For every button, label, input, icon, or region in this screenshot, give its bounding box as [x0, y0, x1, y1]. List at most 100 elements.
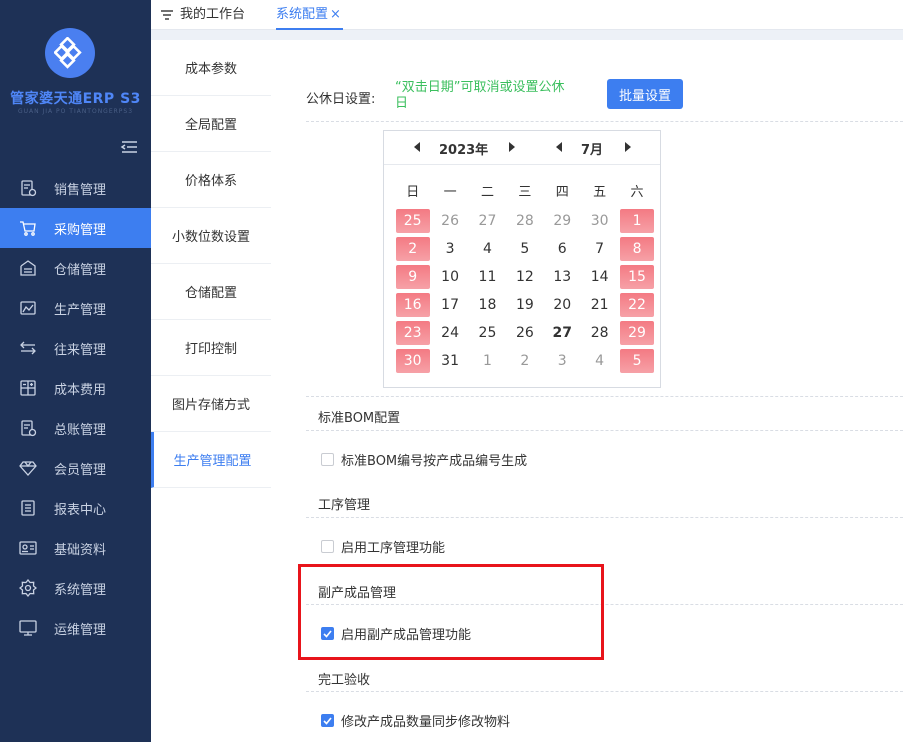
calendar-day-holiday[interactable]: 9	[394, 263, 431, 291]
calendar-day[interactable]: 14	[581, 263, 618, 291]
next-year-icon[interactable]	[509, 142, 515, 152]
day-number: 3	[557, 353, 567, 369]
submenu-item-image-storage[interactable]: 图片存储方式	[151, 376, 271, 432]
calendar-day-holiday[interactable]: 5	[618, 347, 655, 375]
sidebar-item-label: 运维管理	[54, 622, 107, 638]
calendar-day[interactable]: 30	[581, 207, 618, 235]
calendar-day[interactable]: 13	[544, 263, 581, 291]
day-number: 27	[552, 325, 572, 341]
sidebar-item-warehouse[interactable]: 仓储管理	[0, 248, 151, 288]
collapse-menu-icon[interactable]	[120, 140, 138, 154]
next-month-icon[interactable]	[625, 142, 631, 152]
divider	[306, 517, 903, 518]
day-number: 18	[478, 297, 497, 313]
sidebar-item-basic-data[interactable]: 基础资料	[0, 528, 151, 568]
calendar-day[interactable]: 21	[581, 291, 618, 319]
close-tab-icon[interactable]: ×	[330, 7, 341, 22]
sidebar-item-sales[interactable]: 销售管理	[0, 168, 151, 208]
cart-icon	[18, 218, 38, 238]
tab-system-config[interactable]: 系统配置 ×	[276, 0, 343, 30]
calendar-day[interactable]: 12	[506, 263, 543, 291]
calendar-day[interactable]: 29	[544, 207, 581, 235]
tab-workbench[interactable]: 我的工作台	[160, 0, 245, 30]
calendar-day[interactable]: 28	[506, 207, 543, 235]
calendar-day[interactable]: 18	[469, 291, 506, 319]
sidebar-item-member[interactable]: 会员管理	[0, 448, 151, 488]
prev-year-icon[interactable]	[414, 142, 420, 152]
calendar-week: 9 10 11 12 13 14 15	[394, 263, 656, 291]
calendar-day[interactable]: 31	[431, 347, 468, 375]
calendar-day-holiday[interactable]: 16	[394, 291, 431, 319]
sidebar-item-system[interactable]: 系统管理	[0, 568, 151, 608]
sidebar-item-label: 生产管理	[54, 302, 107, 318]
option-bom-numbering[interactable]: 标准BOM编号按产成品编号生成	[321, 450, 527, 469]
gear-icon	[18, 578, 38, 598]
submenu-item-cost-params[interactable]: 成本参数	[151, 40, 271, 96]
calendar-day[interactable]: 1	[469, 347, 506, 375]
calendar-day[interactable]: 6	[544, 235, 581, 263]
calendar-day[interactable]: 5	[506, 235, 543, 263]
config-submenu: 成本参数 全局配置 价格体系 小数位数设置 仓储配置 打印控制 图片存储方式 生…	[151, 40, 271, 742]
option-process-management[interactable]: 启用工序管理功能	[321, 537, 445, 556]
sidebar-item-exchange[interactable]: 往来管理	[0, 328, 151, 368]
day-number: 7	[595, 241, 605, 257]
submenu-item-warehouse-config[interactable]: 仓储配置	[151, 264, 271, 320]
prev-month-icon[interactable]	[556, 142, 562, 152]
calendar-day[interactable]: 3	[544, 347, 581, 375]
submenu-item-print-control[interactable]: 打印控制	[151, 320, 271, 376]
sidebar-item-purchase[interactable]: 采购管理	[0, 208, 151, 248]
calendar-day[interactable]: 25	[469, 319, 506, 347]
calendar-day-holiday[interactable]: 1	[618, 207, 655, 235]
day-number: 2	[395, 237, 430, 261]
calendar-day[interactable]: 11	[469, 263, 506, 291]
calendar-day[interactable]: 28	[581, 319, 618, 347]
main-menu: 销售管理 采购管理 仓储管理 生产管理 往来管理 成本费用 总账管理 会员管理	[0, 168, 151, 648]
calendar-day[interactable]: 3	[431, 235, 468, 263]
checkbox[interactable]	[321, 453, 334, 466]
weekday-label: 日	[406, 185, 420, 200]
submenu-item-price-system[interactable]: 价格体系	[151, 152, 271, 208]
sidebar-item-cost[interactable]: 成本费用	[0, 368, 151, 408]
calendar-grid: 25 26 27 28 29 30 1 2 3 4 5 6 7 8 9 10 11 12 13 14 15 16 17 18 1…	[394, 207, 656, 375]
sidebar-item-report[interactable]: 报表中心	[0, 488, 151, 528]
sidebar-item-ops[interactable]: 运维管理	[0, 608, 151, 648]
calendar-day-holiday[interactable]: 25	[394, 207, 431, 235]
calendar-day[interactable]: 4	[581, 347, 618, 375]
calendar-day[interactable]: 26	[431, 207, 468, 235]
calendar-day[interactable]: 10	[431, 263, 468, 291]
calendar-day-holiday[interactable]: 29	[618, 319, 655, 347]
day-number: 24	[441, 325, 459, 341]
section-title-completion: 完工验收	[318, 673, 371, 688]
checkbox[interactable]	[321, 540, 334, 553]
option-label: 启用工序管理功能	[341, 541, 446, 556]
calendar-day-today[interactable]: 27	[544, 319, 581, 347]
batch-set-button[interactable]: 批量设置	[607, 79, 683, 109]
calendar-day-holiday[interactable]: 30	[394, 347, 431, 375]
submenu-item-decimal-places[interactable]: 小数位数设置	[151, 208, 271, 264]
submenu-item-production-config[interactable]: 生产管理配置	[151, 432, 271, 488]
calendar-day-holiday[interactable]: 22	[618, 291, 655, 319]
calendar-day-holiday[interactable]: 15	[618, 263, 655, 291]
checkbox-checked[interactable]	[321, 714, 334, 727]
calendar-day[interactable]: 17	[431, 291, 468, 319]
section-title-process: 工序管理	[318, 498, 371, 513]
calendar-day[interactable]: 20	[544, 291, 581, 319]
calendar-day[interactable]: 24	[431, 319, 468, 347]
calendar-day[interactable]: 27	[469, 207, 506, 235]
calendar-day[interactable]: 2	[506, 347, 543, 375]
calendar-day[interactable]: 19	[506, 291, 543, 319]
calendar-day[interactable]: 26	[506, 319, 543, 347]
sidebar-item-production[interactable]: 生产管理	[0, 288, 151, 328]
option-sync-material[interactable]: 修改产成品数量同步修改物料	[321, 711, 510, 730]
day-number: 21	[590, 297, 609, 313]
sidebar-item-label: 系统管理	[54, 582, 107, 598]
calendar-day[interactable]: 7	[581, 235, 618, 263]
calendar-day-holiday[interactable]: 23	[394, 319, 431, 347]
calendar-day-holiday[interactable]: 8	[618, 235, 655, 263]
calendar-day[interactable]: 4	[469, 235, 506, 263]
exchange-icon	[18, 338, 38, 358]
submenu-item-global-config[interactable]: 全局配置	[151, 96, 271, 152]
sidebar-item-ledger[interactable]: 总账管理	[0, 408, 151, 448]
day-number: 1	[620, 209, 655, 233]
calendar-day-holiday[interactable]: 2	[394, 235, 431, 263]
